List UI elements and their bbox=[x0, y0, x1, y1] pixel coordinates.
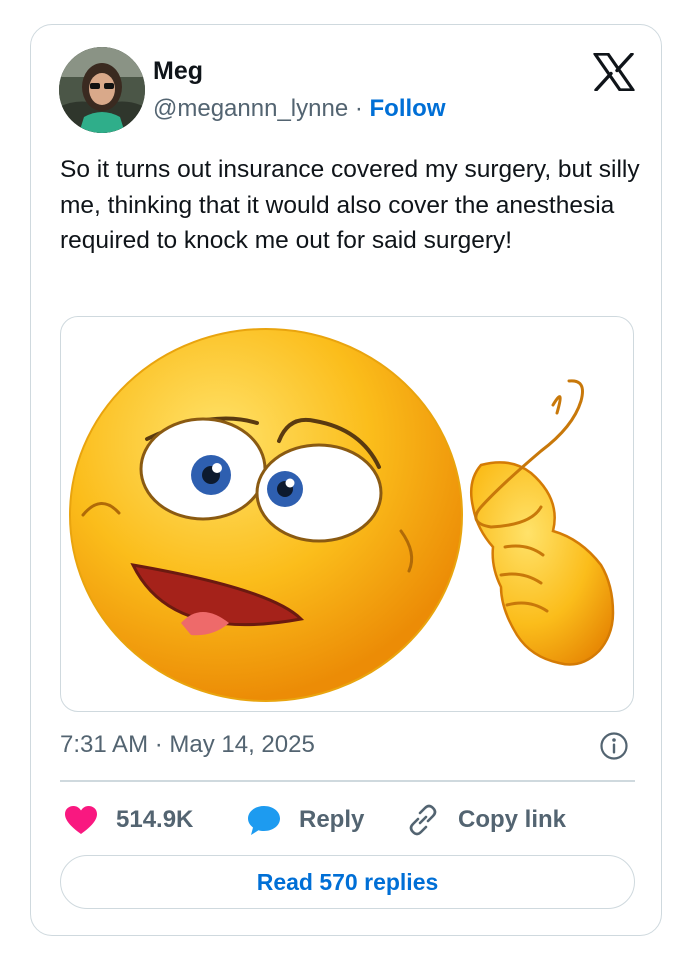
tweet-image[interactable] bbox=[60, 316, 634, 712]
reply-bubble-icon bbox=[248, 806, 280, 835]
x-logo-icon[interactable] bbox=[593, 53, 635, 91]
reply-button[interactable]: Reply bbox=[247, 800, 364, 840]
like-button[interactable]: 514.9K bbox=[64, 800, 193, 840]
read-replies-button[interactable]: Read 570 replies bbox=[60, 855, 635, 909]
link-icon bbox=[409, 804, 437, 836]
info-icon[interactable] bbox=[599, 731, 629, 761]
separator: · bbox=[348, 95, 370, 122]
display-name[interactable]: Meg bbox=[153, 57, 203, 86]
avatar-photo bbox=[59, 47, 145, 133]
user-handle[interactable]: @megannn_lynne bbox=[153, 95, 348, 122]
copy-link-label: Copy link bbox=[458, 806, 567, 833]
heart-icon bbox=[65, 806, 97, 834]
like-count: 514.9K bbox=[116, 806, 194, 833]
follow-button[interactable]: Follow bbox=[370, 95, 446, 122]
reply-label: Reply bbox=[299, 806, 365, 833]
avatar[interactable] bbox=[59, 47, 145, 133]
tweet-card: Meg @megannn_lynne · Follow So it turns … bbox=[30, 24, 662, 936]
divider bbox=[60, 780, 635, 782]
tweet-text: So it turns out insurance covered my sur… bbox=[60, 156, 640, 254]
copy-link-button[interactable]: Copy link bbox=[406, 800, 566, 840]
handle-line: @megannn_lynne · Follow bbox=[153, 95, 445, 123]
tweet-timestamp[interactable]: 7:31 AM · May 14, 2025 bbox=[60, 731, 315, 759]
emoji-crazy-face-icon bbox=[69, 328, 615, 702]
